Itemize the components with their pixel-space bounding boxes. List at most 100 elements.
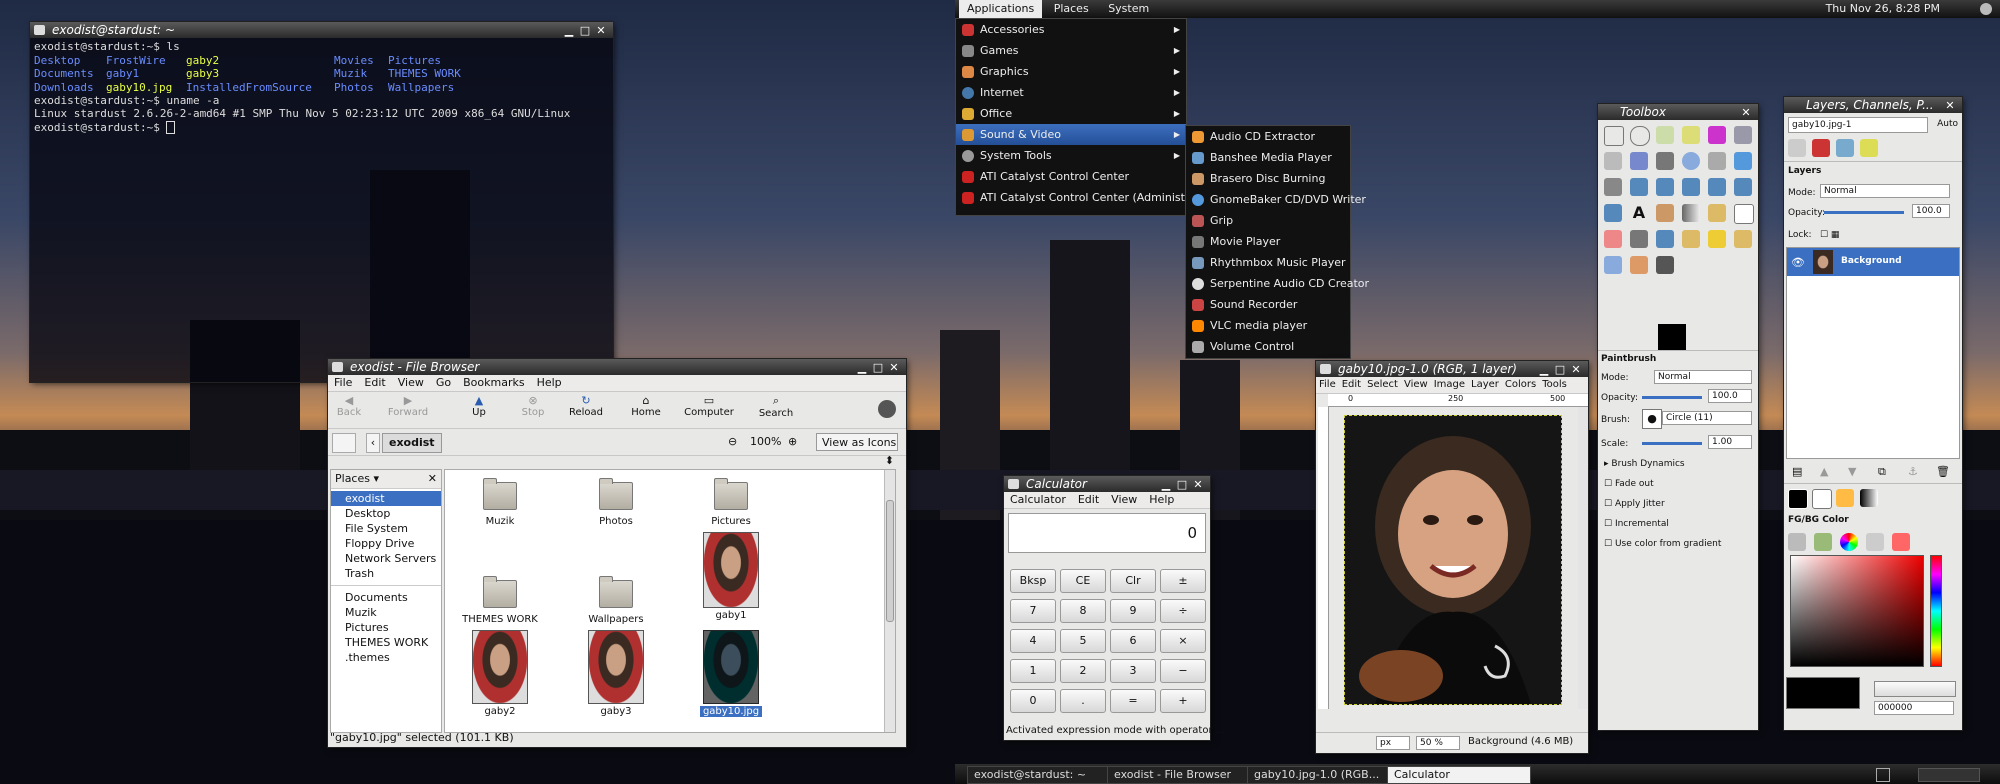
menu-select[interactable]: Select [1364, 379, 1401, 390]
calculator-display[interactable]: 0 [1008, 513, 1206, 553]
forward-button[interactable]: ▶ Forward [384, 394, 432, 418]
key-clear[interactable]: Clr [1110, 569, 1156, 593]
perspective-icon[interactable] [1734, 178, 1752, 196]
menu-item-ati-catalyst[interactable]: ATI Catalyst Control Center [956, 166, 1186, 187]
fade-out-checkbox[interactable]: ☐ Fade out [1604, 479, 1654, 489]
hue-strip[interactable] [1930, 555, 1942, 667]
path-button-exodist[interactable]: exodist [382, 433, 442, 453]
gradient-tab-icon[interactable] [1860, 489, 1878, 507]
edit-location-icon[interactable] [332, 433, 356, 453]
key-9[interactable]: 9 [1110, 599, 1156, 623]
close-icon[interactable]: ✕ [1942, 98, 1958, 113]
key-equals[interactable]: = [1110, 689, 1156, 713]
close-icon[interactable]: ✕ [1190, 477, 1206, 492]
place-item[interactable]: Floppy Drive [331, 536, 441, 551]
maximize-icon[interactable]: □ [870, 360, 886, 375]
paintbrush-icon[interactable] [1734, 204, 1754, 224]
rect-select-icon[interactable] [1604, 126, 1624, 146]
blur-icon[interactable] [1604, 256, 1622, 274]
menu-calculator[interactable]: Calculator [1004, 493, 1072, 506]
opacity-field[interactable]: 100.0 [1708, 389, 1752, 403]
menu-help[interactable]: Help [531, 376, 568, 389]
submenu-item[interactable]: Sound Recorder [1186, 294, 1350, 315]
bookmark-item[interactable]: Pictures [331, 620, 441, 635]
scrollbar-thumb[interactable] [886, 500, 894, 622]
vertical-scrollbar[interactable] [1578, 407, 1588, 709]
paths-icon[interactable] [1630, 152, 1648, 170]
maximize-icon[interactable]: □ [577, 23, 593, 38]
menu-edit[interactable]: Edit [1072, 493, 1105, 506]
scale-slider[interactable] [1642, 442, 1702, 445]
brush-preview[interactable]: ● [1642, 409, 1662, 429]
key-7[interactable]: 7 [1010, 599, 1056, 623]
menu-edit[interactable]: Edit [1339, 379, 1364, 390]
color-picker-icon[interactable] [1656, 152, 1674, 170]
zoom-icon[interactable] [1682, 152, 1700, 170]
zoom-select[interactable]: 50 % [1416, 736, 1460, 750]
submenu-item[interactable]: Banshee Media Player [1186, 147, 1350, 168]
key-6[interactable]: 6 [1110, 629, 1156, 653]
submenu-item[interactable]: Rhythmbox Music Player [1186, 252, 1350, 273]
menu-item-accessories[interactable]: Accessories ▶ [956, 19, 1186, 40]
measure-icon[interactable] [1708, 152, 1726, 170]
task-terminal[interactable]: exodist@stardust: ~ [967, 766, 1111, 784]
menu-colors[interactable]: Colors [1502, 379, 1539, 390]
place-item[interactable]: exodist [331, 491, 441, 506]
submenu-item[interactable]: Brasero Disc Burning [1186, 168, 1350, 189]
key-8[interactable]: 8 [1060, 599, 1106, 623]
image-select[interactable]: gaby10.jpg-1 [1788, 117, 1928, 133]
text-tool-icon[interactable]: A [1630, 204, 1648, 222]
color-area[interactable] [1790, 555, 1924, 667]
file-item[interactable]: gaby3 [571, 630, 661, 717]
workspace-switcher[interactable] [1918, 768, 1980, 782]
gradient-color-checkbox[interactable]: ☐ Use color from gradient [1604, 539, 1721, 549]
cmyk-icon[interactable] [1866, 533, 1884, 551]
task-file-browser[interactable]: exodist - File Browser [1107, 766, 1251, 784]
unit-select[interactable]: px [1376, 736, 1410, 750]
scale-icon[interactable] [1682, 178, 1700, 196]
menu-go[interactable]: Go [430, 376, 457, 389]
terminal-titlebar[interactable]: exodist@stardust: ~ ▁ □ ✕ [30, 22, 613, 38]
show-desktop-icon[interactable] [1876, 768, 1890, 782]
key-1[interactable]: 1 [1010, 659, 1056, 683]
stop-button[interactable]: ⊗ Stop [518, 394, 548, 418]
submenu-item[interactable]: Movie Player [1186, 231, 1350, 252]
bucket-fill-icon[interactable] [1656, 204, 1674, 222]
minimize-icon[interactable]: ▁ [854, 360, 870, 375]
gimp-image-titlebar[interactable]: gaby10.jpg-1.0 (RGB, 1 layer) ▁ □ ✕ [1316, 361, 1588, 377]
terminal-output[interactable]: exodist@stardust:~$ ls Desktop Documents D… [30, 38, 613, 136]
file-browser-titlebar[interactable]: exodist - File Browser ▁ □ ✕ [328, 359, 906, 375]
scales-icon[interactable] [1788, 533, 1806, 551]
menu-item-system-tools[interactable]: System Tools ▶ [956, 145, 1186, 166]
place-item[interactable]: Network Servers [331, 551, 441, 566]
ellipse-select-icon[interactable] [1630, 126, 1650, 146]
file-item[interactable]: Wallpapers [571, 576, 661, 625]
minimize-icon[interactable]: ▁ [561, 23, 577, 38]
lock-checkbox[interactable]: ☐ ▦ [1820, 230, 1839, 240]
bookmark-item[interactable]: THEMES WORK [331, 635, 441, 650]
menu-item-office[interactable]: Office ▶ [956, 103, 1186, 124]
lower-layer-icon[interactable]: ▼ [1848, 465, 1856, 478]
key-2[interactable]: 2 [1060, 659, 1106, 683]
watercolor-icon[interactable] [1814, 533, 1832, 551]
menu-item-ati-catalyst-admin[interactable]: ATI Catalyst Control Center (Administrat… [956, 187, 1221, 208]
zoom-out-icon[interactable]: ⊖ [728, 435, 737, 448]
pattern-tab-icon[interactable] [1836, 489, 1854, 507]
eraser-icon[interactable] [1604, 230, 1622, 248]
search-button[interactable]: ⌕ Search [756, 394, 796, 419]
close-icon[interactable]: ✕ [1568, 362, 1584, 377]
shear-icon[interactable] [1708, 178, 1726, 196]
layer-row[interactable]: 👁 Background [1787, 248, 1959, 276]
vertical-ruler[interactable] [1318, 407, 1329, 709]
tab-channels-icon[interactable] [1812, 139, 1830, 157]
crop-icon[interactable] [1630, 178, 1648, 196]
path-left-arrow[interactable]: ‹ [366, 433, 380, 453]
file-item[interactable]: Photos [571, 478, 661, 527]
opacity-slider[interactable] [1642, 396, 1702, 399]
submenu-item[interactable]: Serpentine Audio CD Creator [1186, 273, 1369, 294]
perspective-clone-icon[interactable] [1734, 230, 1752, 248]
menu-view[interactable]: View [1401, 379, 1431, 390]
home-button[interactable]: ⌂ Home [628, 394, 664, 418]
file-item-selected[interactable]: gaby10.jpg [686, 630, 776, 717]
task-gimp-image[interactable]: gaby10.jpg-1.0 (RGB... [1247, 766, 1391, 784]
